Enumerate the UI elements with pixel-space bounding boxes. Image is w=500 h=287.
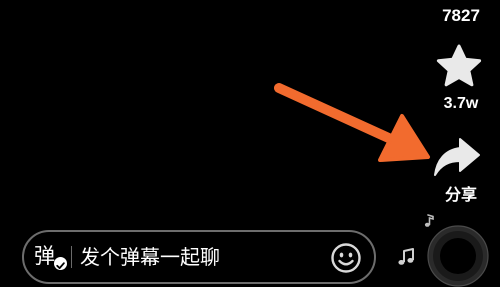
danmu-toggle-label: 弹 <box>34 244 55 268</box>
check-badge-icon <box>54 257 67 270</box>
bar-divider <box>71 246 72 268</box>
video-player-stage[interactable]: 7827 3.7w 分享 弹 发个弹幕一起聊 <box>0 0 500 287</box>
like-count: 7827 <box>442 6 480 25</box>
smiley-face-icon[interactable] <box>330 242 362 274</box>
star-icon[interactable] <box>436 44 482 88</box>
share-arrow-icon[interactable] <box>433 136 481 178</box>
danmu-input-bar[interactable]: 弹 发个弹幕一起聊 <box>22 230 376 284</box>
share-label[interactable]: 分享 <box>424 184 498 206</box>
favorite-count: 3.7w <box>443 95 479 112</box>
danmu-toggle-button[interactable]: 弹 <box>34 240 68 274</box>
danmu-text-input[interactable]: 发个弹幕一起聊 <box>80 242 316 272</box>
music-note-icon <box>398 248 414 265</box>
music-disc-icon[interactable] <box>427 225 489 287</box>
